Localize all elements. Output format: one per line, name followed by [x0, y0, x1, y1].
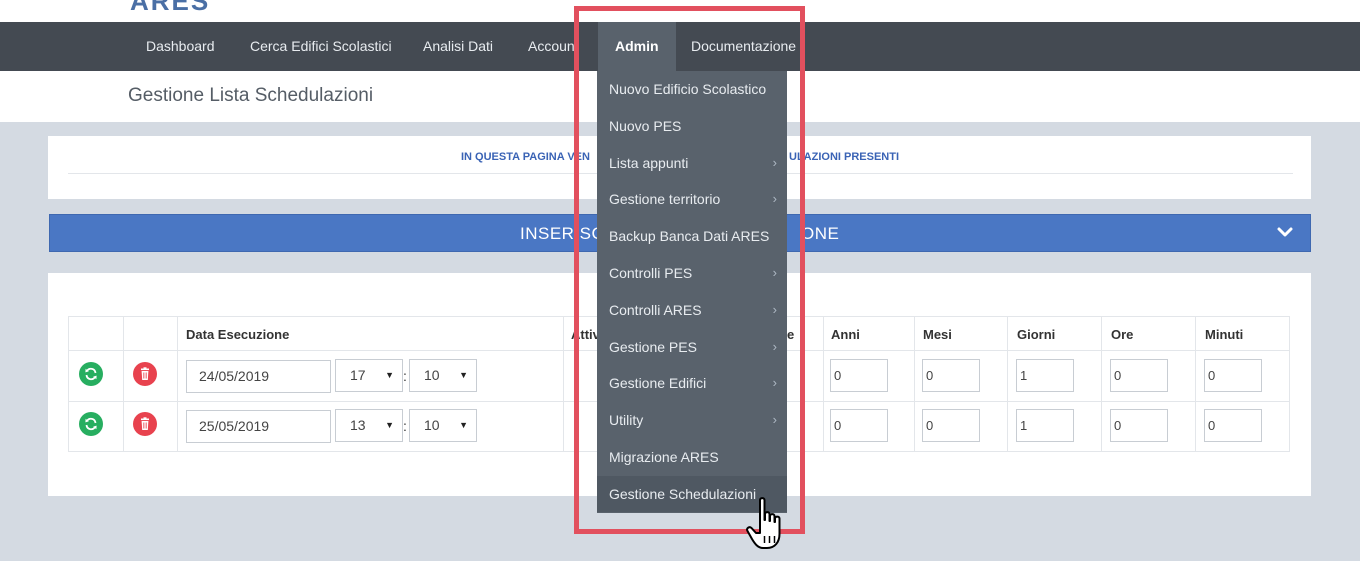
minute-select[interactable]: 10 ▼ [409, 359, 477, 392]
column-divider [123, 317, 124, 451]
minute-select[interactable]: 10 ▼ [409, 409, 477, 442]
mesi-input[interactable]: 0 [922, 409, 980, 442]
info-text-right: ULAZIONI PRESENTI [789, 151, 900, 163]
column-divider [1101, 317, 1102, 451]
anni-input[interactable]: 0 [830, 409, 888, 442]
hour-value: 17 [350, 367, 366, 383]
minuti-input[interactable]: 0 [1204, 409, 1262, 442]
nav-item-analisi-dati[interactable]: Analisi Dati [423, 22, 493, 71]
date-input[interactable]: 25/05/2019 [186, 410, 331, 443]
header-ore: Ore [1111, 327, 1134, 342]
time-separator: : [403, 368, 407, 384]
giorni-input[interactable]: 1 [1016, 359, 1074, 392]
refresh-icon [85, 417, 97, 431]
caret-down-icon: ▼ [385, 370, 394, 380]
column-divider [1195, 317, 1196, 451]
column-divider [914, 317, 915, 451]
minute-value: 10 [424, 417, 440, 433]
hour-value: 13 [350, 417, 366, 433]
nav-item-dashboard[interactable]: Dashboard [146, 22, 215, 71]
page-title: Gestione Lista Schedulazioni [128, 85, 374, 106]
minuti-input[interactable]: 0 [1204, 359, 1262, 392]
refresh-button[interactable] [79, 412, 103, 436]
header-giorni: Giorni [1017, 327, 1056, 342]
anni-input[interactable]: 0 [830, 359, 888, 392]
ore-input[interactable]: 0 [1110, 359, 1168, 392]
nav-item-account[interactable]: Accoun [528, 22, 575, 71]
delete-button[interactable] [133, 362, 157, 386]
nav-item-cerca-edifici[interactable]: Cerca Edifici Scolastici [250, 22, 392, 71]
column-divider [1007, 317, 1008, 451]
minute-value: 10 [424, 367, 440, 383]
header-anni: Anni [831, 327, 860, 342]
giorni-input[interactable]: 1 [1016, 409, 1074, 442]
hour-select[interactable]: 17 ▼ [335, 359, 403, 392]
refresh-icon [85, 367, 97, 381]
column-divider [823, 317, 824, 451]
delete-button[interactable] [133, 412, 157, 436]
column-divider [177, 317, 178, 451]
hour-select[interactable]: 13 ▼ [335, 409, 403, 442]
caret-down-icon: ▼ [459, 420, 468, 430]
insert-title-right: ONE [801, 224, 840, 243]
header-minuti: Minuti [1205, 327, 1244, 342]
header-mesi: Mesi [923, 327, 952, 342]
time-separator: : [403, 418, 407, 434]
refresh-button[interactable] [79, 362, 103, 386]
highlight-box [574, 6, 805, 534]
caret-down-icon: ▼ [459, 370, 468, 380]
caret-down-icon: ▼ [385, 420, 394, 430]
chevron-down-icon[interactable] [1276, 223, 1294, 241]
mesi-input[interactable]: 0 [922, 359, 980, 392]
hand-pointer-icon [746, 497, 781, 549]
ore-input[interactable]: 0 [1110, 409, 1168, 442]
date-input[interactable]: 24/05/2019 [186, 360, 331, 393]
info-text-left: IN QUESTA PAGINA VEN [461, 151, 590, 163]
trash-icon [141, 417, 149, 430]
header-data-esecuzione: Data Esecuzione [186, 327, 290, 342]
column-divider [563, 317, 564, 451]
trash-icon [141, 367, 149, 380]
logo[interactable]: ARES [130, 0, 210, 17]
